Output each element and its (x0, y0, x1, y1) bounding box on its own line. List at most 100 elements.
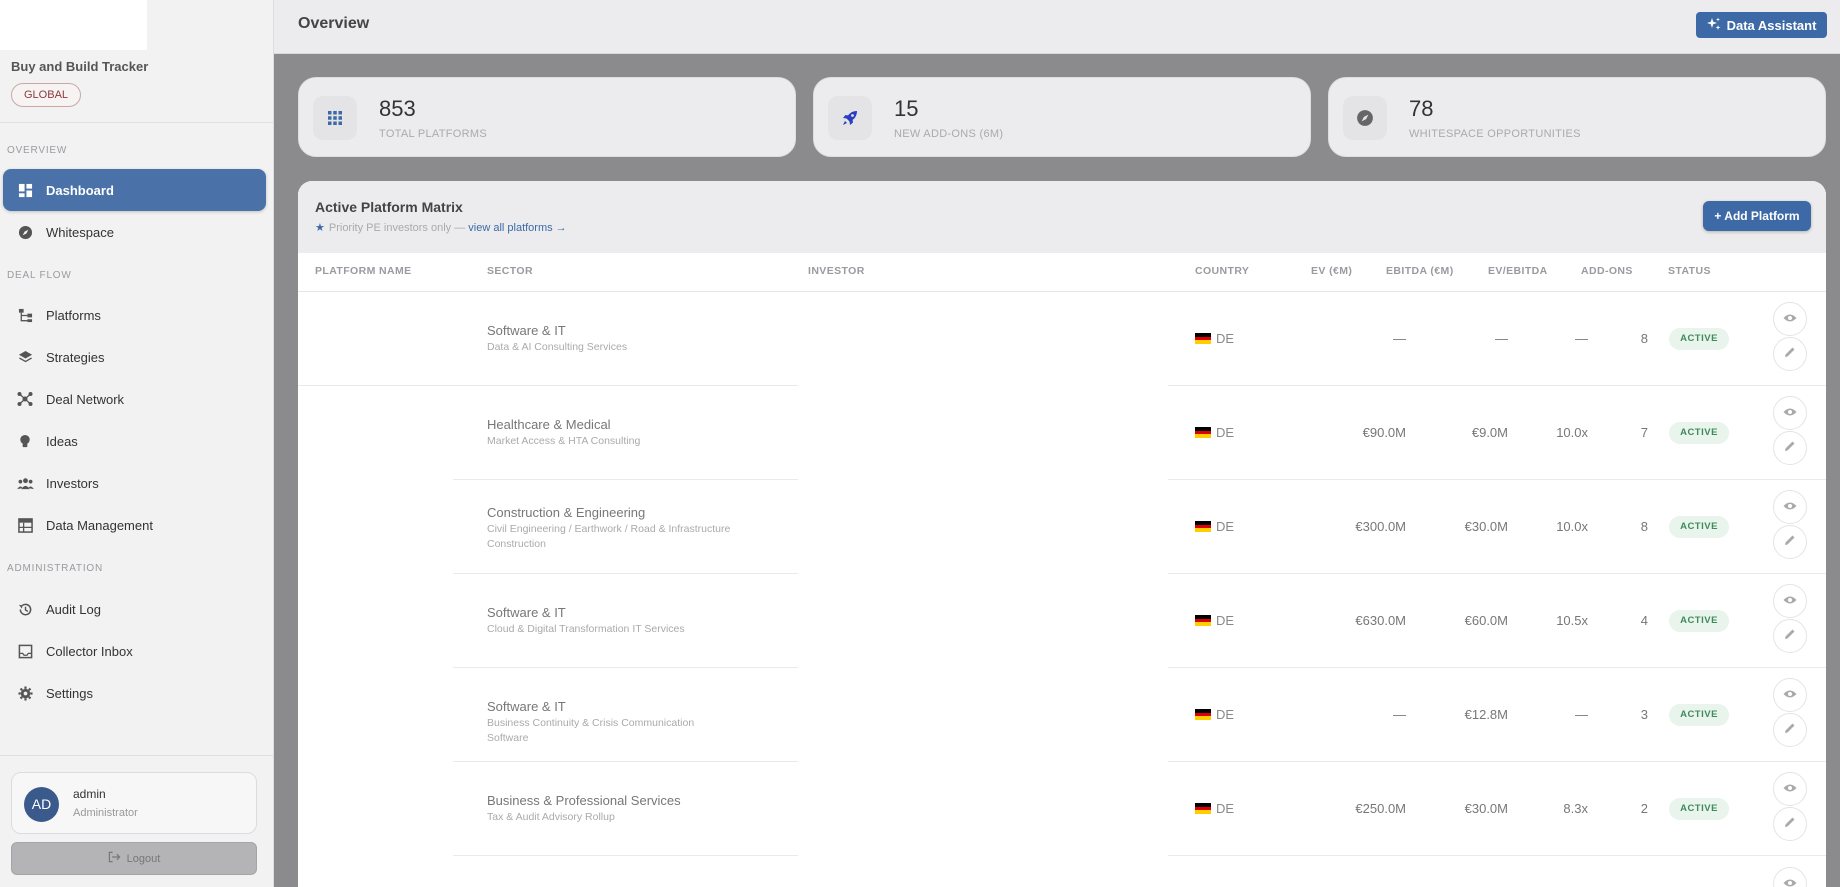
view-button[interactable] (1773, 396, 1807, 430)
column-header-ebitda[interactable]: EBITDA (€M) (1386, 265, 1454, 277)
eye-icon (1783, 404, 1797, 422)
sidebar-item-deal-network[interactable]: Deal Network (3, 378, 266, 420)
germany-flag-icon (1195, 333, 1211, 345)
subsector-name: Civil Engineering / Earthwork / Road & I… (487, 523, 731, 550)
add-platform-button[interactable]: + Add Platform (1703, 201, 1811, 231)
pencil-icon (1784, 721, 1796, 739)
view-button[interactable] (1773, 584, 1807, 618)
add-ons-value: 4 (1640, 613, 1648, 628)
row-divider (1168, 855, 1826, 856)
logout-button[interactable]: Logout (11, 842, 257, 875)
ev-value: — (1393, 707, 1406, 722)
subsector-name: Market Access & HTA Consulting (487, 435, 641, 447)
sidebar-item-strategies[interactable]: Strategies (3, 336, 266, 378)
logout-icon (108, 851, 121, 866)
sector-name: Software & IT (487, 605, 566, 620)
sector-name: Construction & Engineering (487, 505, 646, 520)
user-role: Administrator (73, 807, 138, 819)
user-card[interactable]: AD admin Administrator (11, 772, 257, 834)
sidebar-item-whitespace[interactable]: Whitespace (3, 211, 266, 253)
ebitda-value: €60.0M (1464, 613, 1508, 628)
eye-icon (1783, 592, 1797, 610)
subsector-name: Data & AI Consulting Services (487, 341, 628, 353)
sidebar-item-audit-log[interactable]: Audit Log (3, 588, 266, 630)
sector-name: Healthcare & Medical (487, 417, 611, 432)
eye-icon (1783, 310, 1797, 328)
view-button[interactable] (1773, 678, 1807, 712)
status-badge: ACTIVE (1669, 798, 1729, 820)
matrix-subtitle: ★ Priority PE investors only — view all p… (315, 221, 567, 234)
column-header-investor[interactable]: INVESTOR (808, 265, 865, 277)
eye-icon (1783, 780, 1797, 798)
section-label-overview: OVERVIEW (7, 145, 68, 156)
edit-button[interactable] (1773, 431, 1807, 465)
page-title: Overview (298, 15, 370, 32)
eye-icon (1783, 875, 1797, 887)
table-row[interactable]: Healthcare & Medical Market Access & HTA… (298, 386, 1826, 480)
ev-ebitda-value: 10.0x (1556, 425, 1588, 440)
stat-card-total-platforms: 853 TOTAL PLATFORMS (298, 77, 796, 157)
germany-flag-icon (1195, 803, 1211, 815)
pencil-icon (1784, 533, 1796, 551)
germany-flag-icon (1195, 521, 1211, 533)
subsector-name: Tax & Audit Advisory Rollup (487, 811, 615, 823)
row-divider (453, 855, 798, 856)
table-row[interactable]: Construction & Engineering Civil Enginee… (298, 480, 1826, 574)
column-header-platform-name[interactable]: PLATFORM NAME (315, 265, 412, 277)
sidebar-item-data-management[interactable]: Data Management (3, 504, 266, 546)
sidebar-item-ideas[interactable]: Ideas (3, 420, 266, 462)
view-button[interactable] (1773, 772, 1807, 806)
add-ons-value: 7 (1640, 425, 1648, 440)
table-row[interactable]: Software & IT Business Continuity & Cris… (298, 668, 1826, 762)
edit-button[interactable] (1773, 807, 1807, 841)
edit-button[interactable] (1773, 337, 1807, 371)
grid-icon (313, 96, 357, 140)
column-header-sector[interactable]: SECTOR (487, 265, 533, 277)
column-header-status[interactable]: STATUS (1668, 265, 1711, 277)
view-button[interactable] (1773, 867, 1807, 887)
column-header-ev-ebitda[interactable]: EV/EBITDA (1488, 265, 1548, 277)
ev-ebitda-value: 10.5x (1556, 613, 1588, 628)
stat-value: 78 (1409, 96, 1434, 121)
data-assistant-button[interactable]: Data Assistant (1696, 12, 1827, 38)
status-badge: ACTIVE (1669, 516, 1729, 538)
sidebar-item-investors[interactable]: Investors (3, 462, 266, 504)
column-header-country[interactable]: COUNTRY (1195, 265, 1249, 277)
add-ons-value: 3 (1640, 707, 1648, 722)
column-header-ev[interactable]: EV (€M) (1311, 265, 1352, 277)
stat-value: 853 (379, 96, 416, 121)
logo (0, 0, 147, 50)
country-cell: DE (1195, 331, 1234, 346)
scope-badge[interactable]: GLOBAL (11, 83, 82, 107)
eye-icon (1783, 686, 1797, 704)
sidebar-item-label: Collector Inbox (46, 643, 133, 659)
view-button[interactable] (1773, 302, 1807, 336)
edit-button[interactable] (1773, 713, 1807, 747)
stat-label: NEW ADD-ONS (6M) (894, 128, 1004, 140)
sidebar-item-dashboard[interactable]: Dashboard (3, 169, 266, 211)
history-icon (16, 600, 34, 618)
country-code: DE (1216, 425, 1235, 440)
edit-button[interactable] (1773, 619, 1807, 653)
view-button[interactable] (1773, 490, 1807, 524)
matrix-header: Active Platform Matrix ★ Priority PE inve… (298, 181, 1826, 253)
table-row[interactable]: Software & IT Cloud & Digital Transforma… (298, 574, 1826, 668)
table-row[interactable]: Business & Professional Services Tax & A… (298, 762, 1826, 856)
compass-icon (1343, 96, 1387, 140)
sidebar-item-label: Whitespace (46, 224, 114, 240)
compass-icon (16, 223, 34, 241)
table-row[interactable]: Software & IT Data & AI Consulting Servi… (298, 292, 1826, 386)
sidebar-divider (0, 755, 274, 756)
view-all-platforms-link[interactable]: view all platforms → (468, 222, 566, 234)
sparkle-icon (1706, 17, 1721, 34)
edit-button[interactable] (1773, 525, 1807, 559)
data-assistant-label: Data Assistant (1726, 17, 1817, 33)
layers-icon (16, 348, 34, 366)
column-header-add-ons[interactable]: ADD-ONS (1581, 265, 1633, 277)
sidebar-item-collector-inbox[interactable]: Collector Inbox (3, 630, 266, 672)
status-badge: ACTIVE (1669, 328, 1729, 350)
country-code: DE (1216, 519, 1235, 534)
sidebar-item-platforms[interactable]: Platforms (3, 294, 266, 336)
sidebar-item-label: Data Management (46, 517, 153, 533)
sidebar-item-settings[interactable]: Settings (3, 672, 266, 714)
